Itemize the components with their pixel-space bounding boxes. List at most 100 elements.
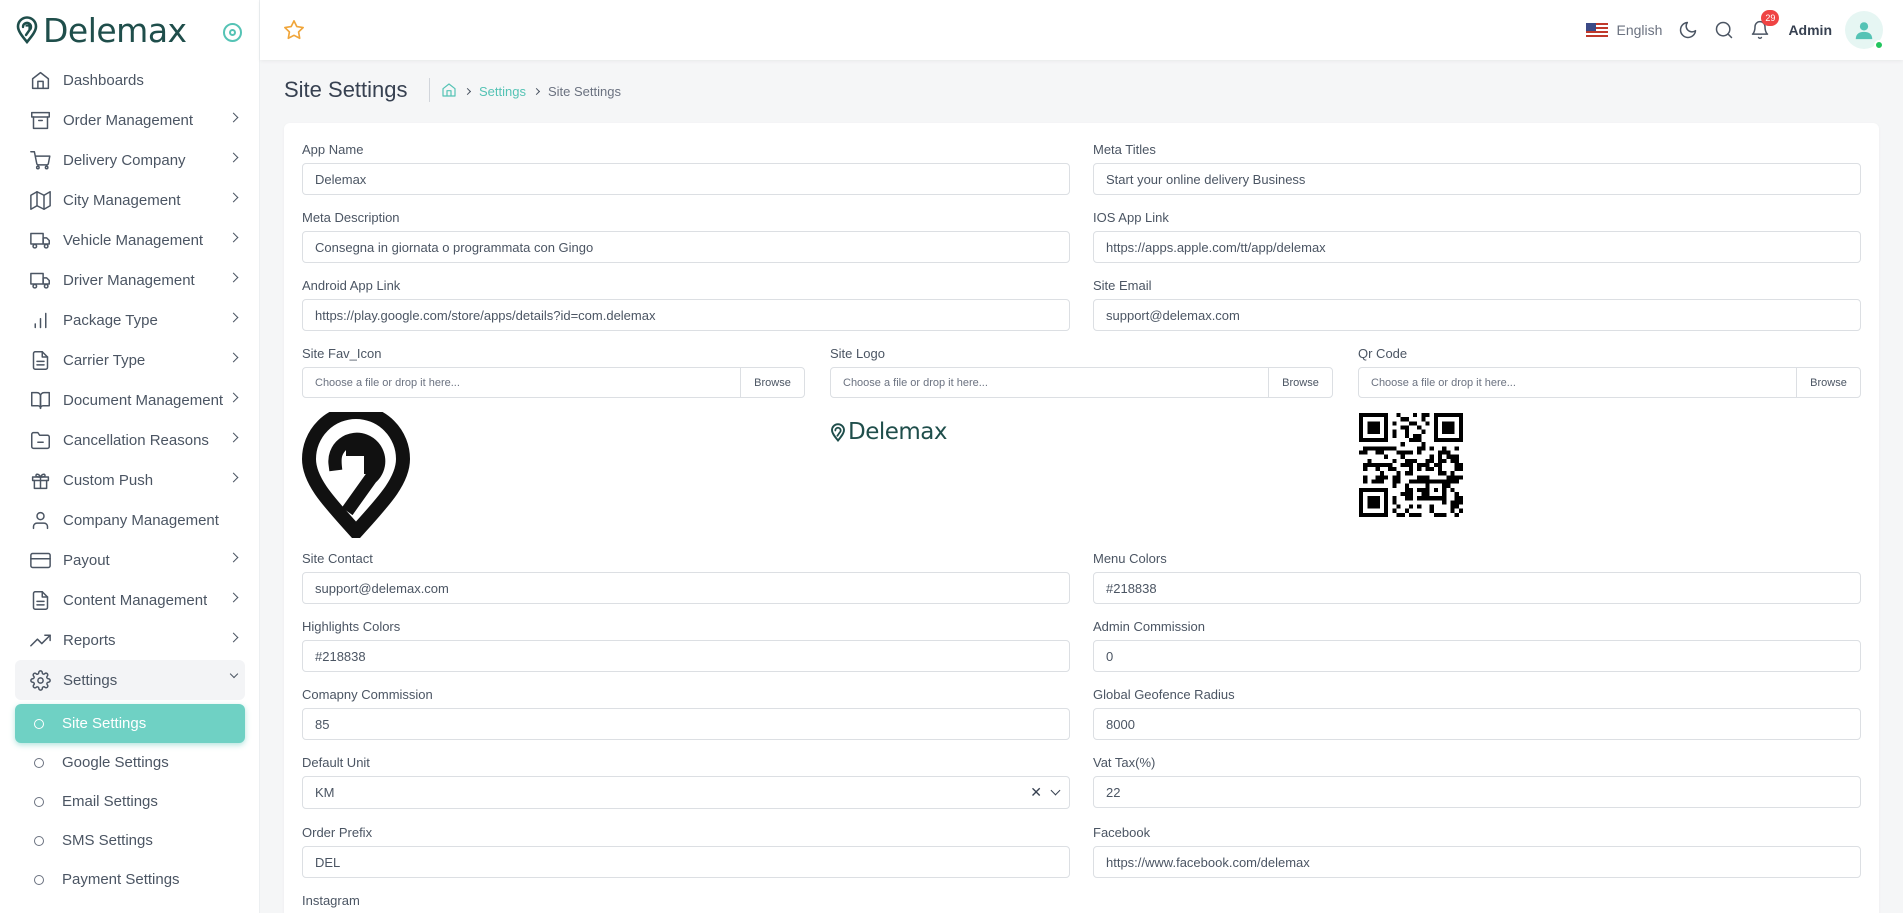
sidebar-item-carrier-type[interactable]: Carrier Type bbox=[15, 340, 245, 380]
chevron-right-icon bbox=[228, 152, 239, 163]
chevron-right-icon bbox=[228, 552, 239, 563]
sidebar-item-label: Document Management bbox=[63, 391, 224, 409]
file-text-icon bbox=[29, 349, 51, 371]
sidebar-subitem-site-settings[interactable]: Site Settings bbox=[15, 704, 245, 743]
site-logo-file-input[interactable]: Choose a file or drop it here... Browse bbox=[830, 367, 1333, 398]
breadcrumb-link-settings[interactable]: Settings bbox=[479, 84, 526, 99]
sidebar-item-delivery-company[interactable]: Delivery Company bbox=[15, 140, 245, 180]
browse-button[interactable]: Browse bbox=[1268, 368, 1332, 397]
sidebar-item-city-management[interactable]: City Management bbox=[15, 180, 245, 220]
ios-app-link-input[interactable]: https://apps.apple.com/tt/app/delemax bbox=[1093, 231, 1861, 263]
gift-icon bbox=[29, 469, 51, 491]
app-name-input[interactable]: Delemax bbox=[302, 163, 1070, 195]
menu-colors-field: Menu Colors #218838 bbox=[1093, 551, 1861, 604]
vat-tax-input[interactable]: 22 bbox=[1093, 776, 1861, 808]
qr-code-file-input[interactable]: Choose a file or drop it here... Browse bbox=[1358, 367, 1861, 398]
browse-button[interactable]: Browse bbox=[740, 368, 804, 397]
us-flag-icon[interactable] bbox=[1585, 22, 1608, 38]
android-app-link-input[interactable]: https://play.google.com/store/apps/detai… bbox=[302, 299, 1070, 331]
field-label: App Name bbox=[302, 142, 364, 157]
sidebar-subitem-google-settings[interactable]: Google Settings bbox=[15, 743, 245, 782]
chevron-right-icon bbox=[228, 592, 239, 603]
chevron-right-icon bbox=[228, 112, 239, 123]
app-logo[interactable]: Delemax bbox=[15, 10, 187, 50]
fav-icon-preview bbox=[301, 412, 411, 538]
bell-icon[interactable]: 29 bbox=[1750, 10, 1780, 40]
header-actions: English 29 Admin bbox=[1585, 0, 1884, 60]
sidebar-item-order-management[interactable]: Order Management bbox=[15, 100, 245, 140]
sidebar-item-label: Company Management bbox=[63, 511, 219, 529]
default-unit-select[interactable]: KM ✕ bbox=[302, 776, 1070, 809]
sidebar-item-content-management[interactable]: Content Management bbox=[15, 580, 245, 620]
browse-button[interactable]: Browse bbox=[1796, 368, 1860, 397]
sidebar-subitem-payment-settings[interactable]: Payment Settings bbox=[15, 860, 245, 899]
company-commission-field: Comapny Commission 85 bbox=[302, 687, 1070, 740]
chevron-right-icon bbox=[228, 632, 239, 643]
sidebar-item-vehicle-management[interactable]: Vehicle Management bbox=[15, 220, 245, 260]
default-unit-value: KM bbox=[315, 785, 335, 800]
truck-icon bbox=[29, 229, 51, 251]
moon-icon[interactable] bbox=[1678, 20, 1698, 40]
field-label: Admin Commission bbox=[1093, 619, 1205, 634]
cart-icon bbox=[29, 149, 51, 171]
company-commission-input[interactable]: 85 bbox=[302, 708, 1070, 740]
credit-card-icon bbox=[29, 549, 51, 571]
clear-icon[interactable]: ✕ bbox=[1030, 784, 1042, 801]
chevron-right-icon bbox=[228, 352, 239, 363]
site-fav-icon-file-input[interactable]: Choose a file or drop it here... Browse bbox=[302, 367, 805, 398]
star-icon[interactable] bbox=[283, 19, 305, 41]
file-placeholder: Choose a file or drop it here... bbox=[1371, 376, 1516, 389]
settings-submenu: Site Settings Google Settings Email Sett… bbox=[15, 704, 245, 899]
chevron-down-icon[interactable] bbox=[1050, 785, 1061, 796]
site-contact-input[interactable]: support@delemax.com bbox=[302, 572, 1070, 604]
sidebar-subitem-label: Site Settings bbox=[62, 715, 147, 732]
language-selector[interactable]: English bbox=[1617, 22, 1663, 38]
sidebar: Delemax Dashboards Order Management Deli… bbox=[0, 0, 260, 913]
site-email-input[interactable]: support@delemax.com bbox=[1093, 299, 1861, 331]
global-geofence-radius-input[interactable]: 8000 bbox=[1093, 708, 1861, 740]
sidebar-subitem-label: Payment Settings bbox=[62, 871, 180, 888]
search-icon[interactable] bbox=[1714, 20, 1734, 40]
sidebar-item-driver-management[interactable]: Driver Management bbox=[15, 260, 245, 300]
sidebar-item-dashboards[interactable]: Dashboards bbox=[15, 60, 245, 100]
order-prefix-input[interactable]: DEL bbox=[302, 846, 1070, 878]
sidebar-item-reports[interactable]: Reports bbox=[15, 620, 245, 660]
sidebar-item-settings[interactable]: Settings bbox=[15, 660, 245, 700]
location-pin-logo-icon bbox=[16, 16, 38, 44]
site-email-field: Site Email support@delemax.com bbox=[1093, 278, 1861, 331]
sidebar-subitem-sms-settings[interactable]: SMS Settings bbox=[15, 821, 245, 860]
highlights-colors-input[interactable]: #218838 bbox=[302, 640, 1070, 672]
user-name[interactable]: Admin bbox=[1788, 22, 1832, 38]
user-icon bbox=[29, 509, 51, 531]
chevron-right-icon bbox=[463, 87, 472, 96]
avatar[interactable] bbox=[1845, 11, 1884, 50]
archive-icon bbox=[29, 109, 51, 131]
facebook-input[interactable]: https://www.facebook.com/delemax bbox=[1093, 846, 1861, 878]
field-label: Facebook bbox=[1093, 825, 1151, 840]
meta-titles-input[interactable]: Start your online delivery Business bbox=[1093, 163, 1861, 195]
sidebar-item-label: City Management bbox=[63, 191, 181, 209]
field-label: Site Logo bbox=[830, 346, 885, 361]
sidebar-item-payout[interactable]: Payout bbox=[15, 540, 245, 580]
sidebar-item-package-type[interactable]: Package Type bbox=[15, 300, 245, 340]
sidebar-item-company-management[interactable]: Company Management bbox=[15, 500, 245, 540]
circle-icon bbox=[34, 718, 44, 729]
chevron-right-icon bbox=[228, 392, 239, 403]
sidebar-item-label: Package Type bbox=[63, 311, 158, 329]
chevron-right-icon bbox=[228, 432, 239, 443]
field-label: Site Email bbox=[1093, 278, 1152, 293]
meta-description-input[interactable]: Consegna in giornata o programmata con G… bbox=[302, 231, 1070, 263]
admin-commission-input[interactable]: 0 bbox=[1093, 640, 1861, 672]
site-settings-form: App Name Delemax Meta Titles Start your … bbox=[284, 123, 1879, 913]
sidebar-item-cancellation-reasons[interactable]: Cancellation Reasons bbox=[15, 420, 245, 460]
chevron-right-icon bbox=[228, 272, 239, 283]
sidebar-subitem-email-settings[interactable]: Email Settings bbox=[15, 782, 245, 821]
sidebar-item-document-management[interactable]: Document Management bbox=[15, 380, 245, 420]
sidebar-item-custom-push[interactable]: Custom Push bbox=[15, 460, 245, 500]
instagram-field: Instagram bbox=[302, 893, 1070, 911]
sidebar-toggle-icon[interactable] bbox=[223, 23, 242, 42]
sidebar-subitem-label: Google Settings bbox=[62, 754, 169, 771]
map-icon bbox=[29, 189, 51, 211]
home-icon[interactable] bbox=[441, 82, 457, 101]
menu-colors-input[interactable]: #218838 bbox=[1093, 572, 1861, 604]
